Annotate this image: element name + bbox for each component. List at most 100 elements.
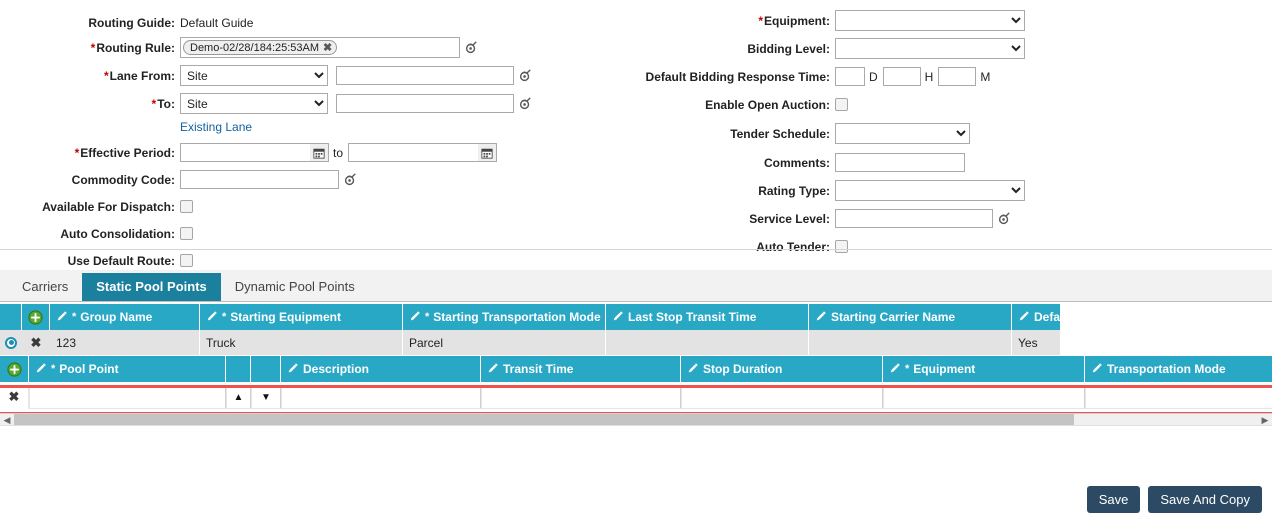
minutes-unit-label: M	[980, 69, 991, 84]
column-header-default[interactable]: Default	[1012, 304, 1060, 330]
close-icon[interactable]: ✖	[323, 41, 332, 54]
equipment-select[interactable]	[835, 10, 1025, 31]
routing-rule-chip-label: Demo-02/28/184:25:53AM	[190, 41, 320, 54]
auto-tender-checkbox[interactable]	[835, 240, 848, 253]
cell-description[interactable]	[281, 385, 481, 409]
existing-lane-link[interactable]: Existing Lane	[180, 120, 252, 134]
cell-default: Yes	[1018, 335, 1038, 350]
search-binocular-icon[interactable]	[518, 96, 533, 111]
bidding-minutes-input[interactable]	[938, 67, 977, 86]
effective-period-to-input[interactable]	[348, 143, 480, 162]
bidding-days-input[interactable]	[835, 67, 865, 86]
column-header-label: Default	[1034, 310, 1060, 324]
lane-from-type-select[interactable]: Site	[180, 65, 328, 86]
column-header-group-name[interactable]: * Group Name	[50, 304, 200, 330]
column-header-label: Starting Transportation Mode	[433, 310, 601, 324]
field-tender-schedule: Tender Schedule:	[630, 121, 1272, 146]
column-header-transit-time[interactable]: Transit Time	[481, 356, 681, 382]
delete-x-icon[interactable]: ✖	[9, 389, 20, 405]
lane-to-type-select[interactable]: Site	[180, 93, 328, 114]
search-binocular-icon[interactable]	[997, 211, 1012, 226]
tender-schedule-select[interactable]	[835, 123, 970, 144]
column-header-label: Stop Duration	[703, 362, 783, 376]
column-header-pool-point[interactable]: * Pool Point	[29, 356, 226, 382]
calendar-icon[interactable]	[478, 143, 498, 162]
edit-pencil-icon	[409, 311, 421, 323]
label-effective-period: *Effective Period:	[74, 145, 175, 160]
enable-open-auction-checkbox[interactable]	[835, 98, 848, 111]
grid-header-row: * Group Name * Starting Equipment * Star…	[0, 304, 1060, 330]
edit-pencil-icon	[487, 363, 499, 375]
commodity-code-input[interactable]	[180, 170, 339, 189]
effective-period-from-input[interactable]	[180, 143, 311, 162]
lane-to-value-input[interactable]	[336, 94, 514, 113]
cell-pool-point[interactable]	[29, 385, 226, 409]
field-auto-tender: Auto Tender:	[630, 234, 1272, 259]
auto-consolidation-checkbox[interactable]	[180, 227, 193, 240]
label-lane-to: *To:	[151, 96, 175, 111]
form-right-column: *Equipment: Bidding Level: Default Biddi…	[630, 0, 1272, 259]
required-marker: *	[151, 96, 157, 111]
lane-from-value-input[interactable]	[336, 66, 514, 85]
search-binocular-icon[interactable]	[464, 40, 479, 55]
edit-pencil-icon	[612, 311, 624, 323]
add-row-plus-icon[interactable]	[22, 304, 50, 330]
add-row-plus-icon[interactable]	[0, 356, 29, 382]
bidding-hours-input[interactable]	[882, 67, 921, 86]
column-header-starting-carrier-name[interactable]: Starting Carrier Name	[809, 304, 1012, 330]
tab-dynamic-pool-points[interactable]: Dynamic Pool Points	[220, 273, 369, 301]
effective-period-separator: to	[333, 145, 344, 160]
column-header-starting-equipment[interactable]: * Starting Equipment	[200, 304, 403, 330]
column-header-transportation-mode[interactable]: Transportation Mode	[1085, 356, 1272, 382]
bidding-level-select[interactable]	[835, 38, 1025, 59]
column-header-label: Transit Time	[503, 362, 574, 376]
label-service-level: Service Level:	[749, 211, 830, 226]
cell-stop-duration[interactable]	[681, 385, 883, 409]
label-routing-guide: Routing Guide:	[88, 15, 175, 30]
label-routing-rule: *Routing Rule:	[90, 40, 175, 55]
field-rating-type: Rating Type:	[630, 178, 1272, 203]
field-lane-from: *Lane From: Site	[0, 63, 630, 88]
column-header-description[interactable]: Description	[281, 356, 481, 382]
delete-x-icon[interactable]: ✖	[31, 335, 42, 351]
move-down-icon[interactable]: ▼	[251, 385, 281, 409]
rating-type-select[interactable]	[835, 180, 1025, 201]
edit-pencil-icon	[287, 363, 299, 375]
save-and-copy-button[interactable]: Save And Copy	[1148, 486, 1262, 513]
column-header-last-stop-transit-time[interactable]: Last Stop Transit Time	[606, 304, 809, 330]
cell-transportation-mode[interactable]	[1085, 385, 1272, 409]
move-up-icon[interactable]: ▲	[226, 385, 251, 409]
routing-rule-token-input[interactable]: Demo-02/28/184:25:53AM ✖	[180, 37, 460, 58]
routing-rule-chip[interactable]: Demo-02/28/184:25:53AM ✖	[183, 40, 338, 55]
column-header-equipment[interactable]: * Equipment	[883, 356, 1085, 382]
cell-transit-time[interactable]	[481, 385, 681, 409]
field-service-level: Service Level:	[630, 206, 1272, 231]
label-rating-type: Rating Type:	[758, 183, 830, 198]
cell-starting-equipment: Truck	[200, 330, 403, 355]
tab-static-pool-points[interactable]: Static Pool Points	[82, 273, 221, 301]
save-button[interactable]: Save	[1086, 486, 1141, 513]
use-default-route-checkbox[interactable]	[180, 254, 193, 267]
delete-row-icon[interactable]: ✖	[22, 330, 50, 355]
highlighted-edit-row-wrapper: ✖ ▲ ▼	[0, 385, 1272, 415]
tab-carriers[interactable]: Carriers	[8, 273, 83, 301]
service-level-input[interactable]	[835, 209, 993, 228]
search-binocular-icon[interactable]	[518, 68, 533, 83]
label-comments: Comments:	[763, 155, 830, 170]
calendar-icon[interactable]	[310, 143, 329, 162]
column-header-starting-transportation-mode[interactable]: * Starting Transportation Mode	[403, 304, 606, 330]
row-select-radio[interactable]	[5, 336, 17, 349]
radio-selected-icon[interactable]	[0, 330, 22, 355]
search-binocular-icon[interactable]	[343, 172, 358, 187]
cell-last-stop-transit-time	[606, 330, 809, 355]
field-lane-to: *To: Site	[0, 91, 630, 116]
table-row[interactable]: ✖ ▲ ▼	[0, 385, 1272, 409]
delete-row-icon[interactable]: ✖	[0, 385, 29, 409]
available-for-dispatch-checkbox[interactable]	[180, 200, 193, 213]
comments-input[interactable]	[835, 153, 965, 172]
table-row[interactable]: ✖ 123 Truck Parcel Yes	[0, 330, 1060, 355]
grid-header-row: * Pool Point Description Transit Time St…	[0, 356, 1272, 382]
cell-equipment[interactable]	[883, 385, 1085, 409]
column-header-stop-duration[interactable]: Stop Duration	[681, 356, 883, 382]
field-bidding-level: Bidding Level:	[630, 36, 1272, 61]
